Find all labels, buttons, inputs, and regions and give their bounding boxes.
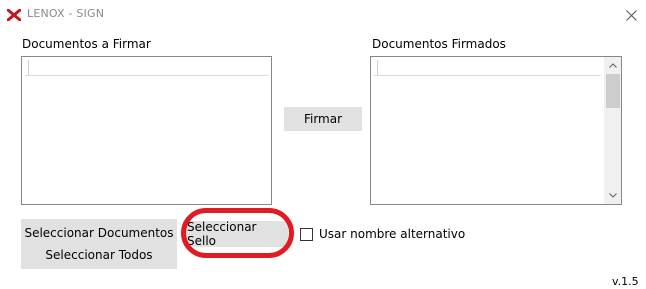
close-icon	[625, 9, 637, 21]
select-documents-button[interactable]: Seleccionar Documentos	[24, 226, 173, 240]
select-buttons-group: Seleccionar Documentos Seleccionar Todos	[21, 219, 177, 269]
signed-documents-list[interactable]	[370, 56, 622, 205]
title-bar: LENOX - SIGN	[0, 0, 646, 30]
scroll-thumb[interactable]	[606, 74, 620, 108]
alternative-name-label: Usar nombre alternativo	[319, 227, 466, 241]
vertical-scrollbar[interactable]	[604, 57, 621, 204]
close-button[interactable]	[620, 4, 642, 26]
chevron-down-icon	[608, 193, 617, 198]
scroll-down-button[interactable]	[604, 187, 621, 204]
chevron-up-icon	[608, 63, 617, 68]
list-column-header[interactable]	[25, 60, 268, 76]
version-label: v.1.5	[612, 275, 639, 288]
lenox-logo-icon	[7, 9, 21, 21]
scroll-up-button[interactable]	[604, 57, 621, 74]
select-seal-button[interactable]: Seleccionar Sello	[186, 220, 288, 248]
alternative-name-option[interactable]: Usar nombre alternativo	[300, 226, 465, 242]
alternative-name-checkbox[interactable]	[300, 227, 313, 241]
documents-to-sign-label: Documentos a Firmar	[22, 37, 151, 51]
list-column-header[interactable]	[374, 60, 601, 76]
sign-button[interactable]: Firmar	[284, 107, 362, 131]
window-title: LENOX - SIGN	[27, 7, 105, 20]
signed-documents-label: Documentos Firmados	[372, 37, 506, 51]
documents-to-sign-list[interactable]	[21, 56, 272, 205]
select-all-button[interactable]: Seleccionar Todos	[45, 248, 152, 262]
